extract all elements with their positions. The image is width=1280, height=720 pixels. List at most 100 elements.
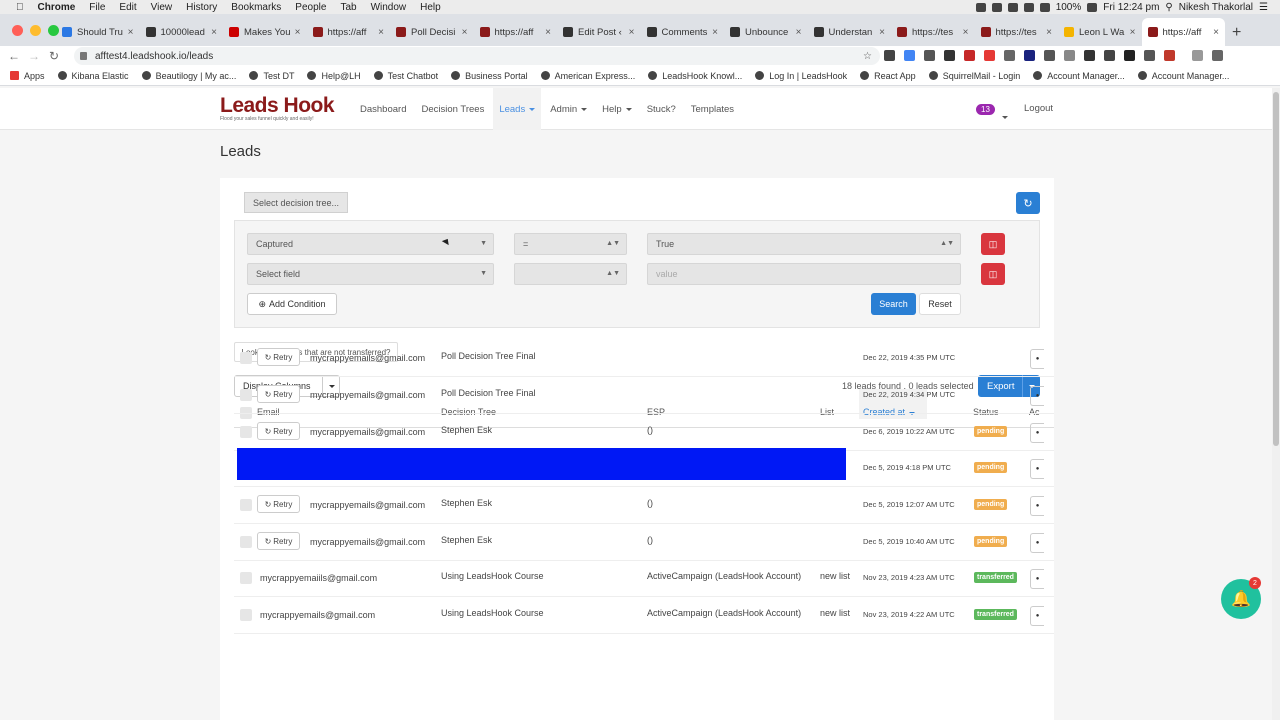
tab-close-icon[interactable]: × — [629, 27, 635, 38]
nav-templates[interactable]: Templates — [685, 88, 740, 130]
tab-close-icon[interactable]: × — [1130, 27, 1136, 38]
add-condition-button[interactable]: ⊕ Add Condition — [247, 293, 337, 315]
bookmark-item[interactable]: Account Manager... — [1137, 71, 1229, 81]
extension-icon[interactable] — [964, 50, 975, 61]
notification-dropdown-icon[interactable] — [998, 108, 1008, 122]
reload-icon[interactable]: ↻ — [44, 49, 64, 63]
tab-close-icon[interactable]: × — [295, 27, 301, 38]
retry-button[interactable]: ↻ Retry — [257, 385, 300, 403]
status-icon[interactable] — [991, 2, 1002, 12]
menu-help[interactable]: Help — [420, 2, 441, 13]
menu-people[interactable]: People — [295, 2, 326, 13]
browser-tab[interactable]: https://aff × — [1141, 18, 1225, 46]
row-checkbox[interactable] — [240, 536, 252, 548]
nav-admin[interactable]: Admin — [544, 88, 593, 130]
new-tab-icon[interactable]: + — [1232, 24, 1241, 42]
nav-dashboard[interactable]: Dashboard — [354, 88, 412, 130]
extension-icon[interactable] — [1124, 50, 1135, 61]
extension-icon[interactable] — [1024, 50, 1035, 61]
extension-icon[interactable] — [884, 50, 895, 61]
chrome-menu-icon[interactable] — [1212, 50, 1223, 61]
browser-tab[interactable]: https://aff × — [474, 18, 558, 46]
tab-close-icon[interactable]: × — [211, 27, 217, 38]
status-icon[interactable] — [1023, 2, 1034, 12]
reset-button[interactable]: Reset — [919, 293, 961, 315]
search-button[interactable]: Search — [871, 293, 916, 315]
row-actions-button[interactable]: ● — [1030, 386, 1044, 406]
menu-bookmarks[interactable]: Bookmarks — [231, 2, 281, 13]
tab-close-icon[interactable]: × — [879, 27, 885, 38]
scrollbar-thumb[interactable] — [1273, 92, 1279, 446]
url-bar[interactable]: afftest4.leadshook.io/leads ☆ — [74, 47, 880, 65]
extension-icon[interactable] — [984, 50, 995, 61]
row-actions-button[interactable]: ● — [1030, 423, 1044, 443]
bookmark-item[interactable]: Beautilogy | My ac... — [141, 71, 236, 81]
forward-icon[interactable]: → — [24, 49, 44, 63]
browser-tab[interactable]: Makes You × — [223, 18, 307, 46]
row-checkbox[interactable] — [240, 352, 252, 364]
bookmark-item[interactable]: Account Manager... — [1033, 71, 1125, 81]
tab-close-icon[interactable]: × — [796, 27, 802, 38]
bookmark-item[interactable]: React App — [860, 71, 916, 81]
tab-close-icon[interactable]: × — [545, 27, 551, 38]
tab-close-icon[interactable]: × — [963, 27, 969, 38]
tab-close-icon[interactable]: × — [1046, 27, 1052, 38]
close-window-icon[interactable] — [12, 24, 23, 36]
browser-tab[interactable]: Leon L Wa × — [1058, 18, 1142, 46]
bookmark-item[interactable]: Business Portal — [451, 71, 528, 81]
extension-icon[interactable] — [1004, 50, 1015, 61]
browser-tab[interactable]: Understan × — [808, 18, 892, 46]
menu-icon[interactable]: ☰ — [1259, 2, 1268, 13]
condition-field-select[interactable]: Captured ▼ — [247, 233, 494, 255]
browser-tab[interactable]: Should Tru × — [56, 18, 140, 46]
back-icon[interactable]: ← — [4, 49, 24, 63]
bookmark-item[interactable]: Test Chatbot — [373, 71, 438, 81]
extension-icon[interactable] — [944, 50, 955, 61]
apple-icon[interactable]:  — [16, 2, 24, 13]
browser-tab[interactable]: 10000lead × — [140, 18, 224, 46]
status-icon[interactable] — [975, 2, 986, 12]
bookmark-star-icon[interactable]: ☆ — [863, 51, 872, 62]
browser-tab[interactable]: https://tes × — [891, 18, 975, 46]
lock-icon[interactable] — [80, 52, 87, 60]
browser-tab[interactable]: Poll Decisi × — [390, 18, 474, 46]
tab-close-icon[interactable]: × — [712, 27, 718, 38]
extension-icon[interactable] — [1164, 50, 1175, 61]
row-actions-button[interactable]: ● — [1030, 569, 1044, 589]
extension-icon[interactable] — [1044, 50, 1055, 61]
bookmark-item[interactable]: Apps — [10, 71, 45, 81]
decision-tree-select[interactable]: Select decision tree... — [244, 192, 348, 213]
tab-close-icon[interactable]: × — [1213, 27, 1219, 38]
browser-tab[interactable]: Unbounce × — [724, 18, 808, 46]
bookmark-item[interactable]: LeadsHook Knowl... — [648, 71, 742, 81]
bookmark-item[interactable]: American Express... — [540, 71, 635, 81]
bookmark-item[interactable]: Log In | LeadsHook — [755, 71, 847, 81]
condition-field-select[interactable]: Select field ▼ — [247, 263, 494, 285]
notification-badge[interactable]: 13 — [976, 104, 995, 115]
row-checkbox[interactable] — [240, 426, 252, 438]
bookmark-item[interactable]: SquirrelMail - Login — [928, 71, 1020, 81]
extension-icon[interactable] — [924, 50, 935, 61]
condition-operator-select[interactable]: ▲▼ — [514, 263, 627, 285]
condition-operator-select[interactable]: = ▲▼ — [514, 233, 627, 255]
menu-window[interactable]: Window — [371, 2, 407, 13]
menu-chrome[interactable]: Chrome — [38, 2, 76, 13]
delete-condition-button[interactable]: ◫ — [981, 263, 1005, 285]
tab-close-icon[interactable]: × — [128, 27, 134, 38]
url-text[interactable]: afftest4.leadshook.io/leads — [95, 51, 213, 62]
menu-file[interactable]: File — [89, 2, 105, 13]
menu-view[interactable]: View — [151, 2, 173, 13]
wifi-icon[interactable] — [1039, 2, 1050, 12]
user-name[interactable]: Nikesh Thakorlal — [1179, 2, 1253, 13]
clock[interactable]: Fri 12:24 pm — [1103, 2, 1159, 13]
row-checkbox[interactable] — [240, 572, 252, 584]
tab-close-icon[interactable]: × — [378, 27, 384, 38]
menu-history[interactable]: History — [186, 2, 217, 13]
nav-stuck[interactable]: Stuck? — [641, 88, 682, 130]
dropbox-icon[interactable] — [1007, 2, 1018, 12]
row-actions-button[interactable]: ● — [1030, 606, 1044, 626]
row-checkbox[interactable] — [240, 609, 252, 621]
extension-icon[interactable] — [1144, 50, 1155, 61]
condition-value-select[interactable]: True ▲▼ — [647, 233, 961, 255]
nav-decision-trees[interactable]: Decision Trees — [415, 88, 490, 130]
